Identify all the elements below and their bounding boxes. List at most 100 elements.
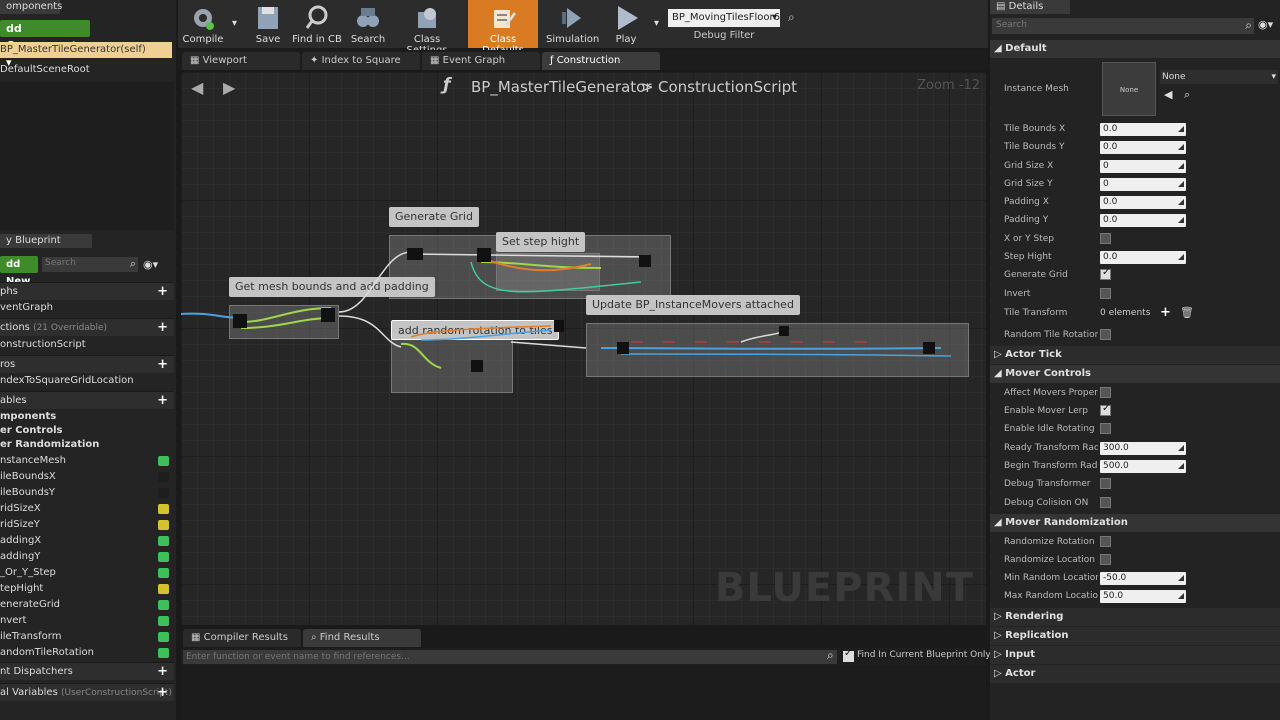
details-category-replication[interactable]: ▷ Replication xyxy=(990,627,1280,645)
play-dropdown-icon[interactable]: ▾ xyxy=(650,0,664,48)
debug-object-select[interactable]: BP_MovingTilesFloor6 ▾ xyxy=(668,9,780,27)
tab-viewport[interactable]: ▦ Viewport xyxy=(182,52,300,70)
visibility-eye-icon[interactable] xyxy=(158,632,169,642)
variable-row[interactable]: ileBoundsY xyxy=(0,485,174,501)
variable-row[interactable]: ileTransform xyxy=(0,629,174,645)
variable-row[interactable]: andomTileRotation xyxy=(0,645,174,661)
section-local-variables[interactable]: al Variables (UserConstructionScript) + xyxy=(0,683,174,701)
visibility-eye-icon[interactable] xyxy=(158,488,169,498)
visibility-eye-icon[interactable] xyxy=(158,584,169,594)
add-variable-icon[interactable]: + xyxy=(157,392,168,409)
tab-index-to-square[interactable]: ✦ Index to Square Gri xyxy=(302,52,420,84)
affect-movers-checkbox[interactable] xyxy=(1100,387,1111,398)
construction-script-item[interactable]: onstructionScript xyxy=(0,337,172,353)
compile-dropdown-icon[interactable]: ▾ xyxy=(232,0,237,48)
add-component-button[interactable]: dd Component ▾ xyxy=(0,20,90,69)
instance-mesh-thumbnail[interactable]: None xyxy=(1102,62,1156,116)
grid-size-x-input[interactable]: 0 xyxy=(1100,160,1186,173)
debug-colision-on-checkbox[interactable] xyxy=(1100,497,1111,508)
visibility-eye-icon[interactable] xyxy=(158,568,169,578)
search-button[interactable]: Search xyxy=(348,0,388,48)
details-category-default[interactable]: ◢ Default xyxy=(990,40,1280,58)
step-hight-input[interactable]: 0.0 xyxy=(1100,251,1186,264)
graph-canvas[interactable]: ◀ ▶ ƒ BP_MasterTileGenerator > Construct… xyxy=(181,72,986,625)
x-or-y-step-checkbox[interactable] xyxy=(1100,233,1111,244)
tile-bounds-x-input[interactable]: 0.0 xyxy=(1100,123,1186,136)
browse-asset-icon[interactable]: ⌕ xyxy=(1184,88,1190,102)
add-dispatcher-icon[interactable]: + xyxy=(157,663,168,680)
visibility-eye-icon[interactable] xyxy=(158,456,169,466)
debug-browse-icon[interactable]: ⌕ xyxy=(788,10,795,25)
details-search-box[interactable]: Search ⌕ xyxy=(992,18,1254,34)
find-references-input[interactable] xyxy=(183,650,837,664)
instance-mesh-select[interactable]: None ▾ xyxy=(1160,70,1278,84)
component-default-scene-root[interactable]: DefaultSceneRoot xyxy=(0,62,172,78)
grid-size-y-input[interactable]: 0 xyxy=(1100,178,1186,191)
enable-idle-rotating-checkbox[interactable] xyxy=(1100,423,1111,434)
min-random-location-input[interactable]: -50.0 xyxy=(1100,572,1186,585)
visibility-eye-icon[interactable] xyxy=(158,648,169,658)
find-search-icon[interactable]: ⌕ xyxy=(827,648,834,663)
variable-row[interactable]: addingY xyxy=(0,549,174,565)
variable-row[interactable]: addingX xyxy=(0,533,174,549)
variable-row[interactable]: _Or_Y_Step xyxy=(0,565,174,581)
section-functions[interactable]: ctions (21 Overridable) + xyxy=(0,318,174,336)
details-category-mover-controls[interactable]: ◢ Mover Controls xyxy=(990,365,1280,383)
details-category-actor-tick[interactable]: ▷ Actor Tick xyxy=(990,346,1280,364)
use-selected-arrow-icon[interactable]: ◀ xyxy=(1164,88,1172,101)
tab-construction-script[interactable]: ƒ Construction Script xyxy=(542,52,660,84)
eye-icon[interactable]: ◉▾ xyxy=(1258,18,1273,31)
event-graph-item[interactable]: ventGraph xyxy=(0,300,172,316)
visibility-eye-icon[interactable] xyxy=(158,504,169,514)
visibility-eye-icon[interactable] xyxy=(158,600,169,610)
max-random-location-input[interactable]: 50.0 xyxy=(1100,590,1186,603)
variable-row[interactable]: nvert xyxy=(0,613,174,629)
padding-y-input[interactable]: 0.0 xyxy=(1100,214,1186,227)
var-category-mover-randomization[interactable]: er Randomization xyxy=(0,437,172,453)
section-macros[interactable]: ros + xyxy=(0,355,174,373)
search-icon[interactable]: ⌕ xyxy=(130,257,136,271)
details-category-actor[interactable]: ▷ Actor xyxy=(990,665,1280,683)
visibility-eye-icon[interactable] xyxy=(158,552,169,562)
randomize-rotation-checkbox[interactable] xyxy=(1100,536,1111,547)
padding-x-input[interactable]: 0.0 xyxy=(1100,196,1186,209)
add-local-variable-icon[interactable]: + xyxy=(157,684,168,701)
tile-bounds-y-input[interactable]: 0.0 xyxy=(1100,141,1186,154)
begin-transform-radius-input[interactable]: 500.0 xyxy=(1100,460,1186,473)
section-graphs[interactable]: phs + xyxy=(0,282,174,300)
compile-button[interactable]: Compile xyxy=(180,0,226,48)
section-variables[interactable]: ables + xyxy=(0,391,174,409)
invert-checkbox[interactable] xyxy=(1100,288,1111,299)
class-defaults-button[interactable]: Class Defaults xyxy=(468,0,538,56)
variable-row[interactable]: enerateGrid xyxy=(0,597,174,613)
randomize-location-checkbox[interactable] xyxy=(1100,554,1111,565)
variable-row[interactable]: tepHight xyxy=(0,581,174,597)
details-category-input[interactable]: ▷ Input xyxy=(990,646,1280,664)
details-category-mover-randomization[interactable]: ◢ Mover Randomization xyxy=(990,514,1280,532)
trash-icon[interactable]: 🗑 xyxy=(1180,306,1194,319)
section-event-dispatchers[interactable]: nt Dispatchers + xyxy=(0,662,174,680)
visibility-eye-icon[interactable] xyxy=(158,472,169,482)
details-category-rendering[interactable]: ▷ Rendering xyxy=(990,608,1280,626)
add-macro-icon[interactable]: + xyxy=(157,356,168,373)
components-tab[interactable]: omponents xyxy=(0,0,62,14)
play-button[interactable]: Play xyxy=(604,0,648,48)
blueprint-search-box[interactable]: Search ⌕ xyxy=(42,257,138,272)
visibility-eye-icon[interactable] xyxy=(158,536,169,546)
search-icon[interactable]: ⌕ xyxy=(1245,18,1252,33)
tab-compiler-results[interactable]: ▦ Compiler Results xyxy=(183,629,301,647)
visibility-eye-icon[interactable] xyxy=(158,520,169,530)
debug-transformer-checkbox[interactable] xyxy=(1100,478,1111,489)
add-function-icon[interactable]: + xyxy=(157,319,168,336)
variable-row[interactable]: ileBoundsX xyxy=(0,469,174,485)
ready-transform-radius-input[interactable]: 300.0 xyxy=(1100,442,1186,455)
tab-find-results[interactable]: ⌕ Find Results xyxy=(303,629,421,647)
add-graph-icon[interactable]: + xyxy=(157,283,168,300)
component-self[interactable]: BP_MasterTileGenerator(self) xyxy=(0,42,172,58)
index-macro-item[interactable]: ndexToSquareGridLocation xyxy=(0,373,172,389)
add-element-icon[interactable]: + xyxy=(1160,305,1171,320)
details-tab[interactable]: ▤ Details xyxy=(990,0,1070,14)
variable-row[interactable]: nstanceMesh xyxy=(0,453,174,469)
find-current-only-checkbox[interactable]: ✓ xyxy=(843,648,854,662)
eye-icon[interactable]: ◉▾ xyxy=(143,258,158,271)
